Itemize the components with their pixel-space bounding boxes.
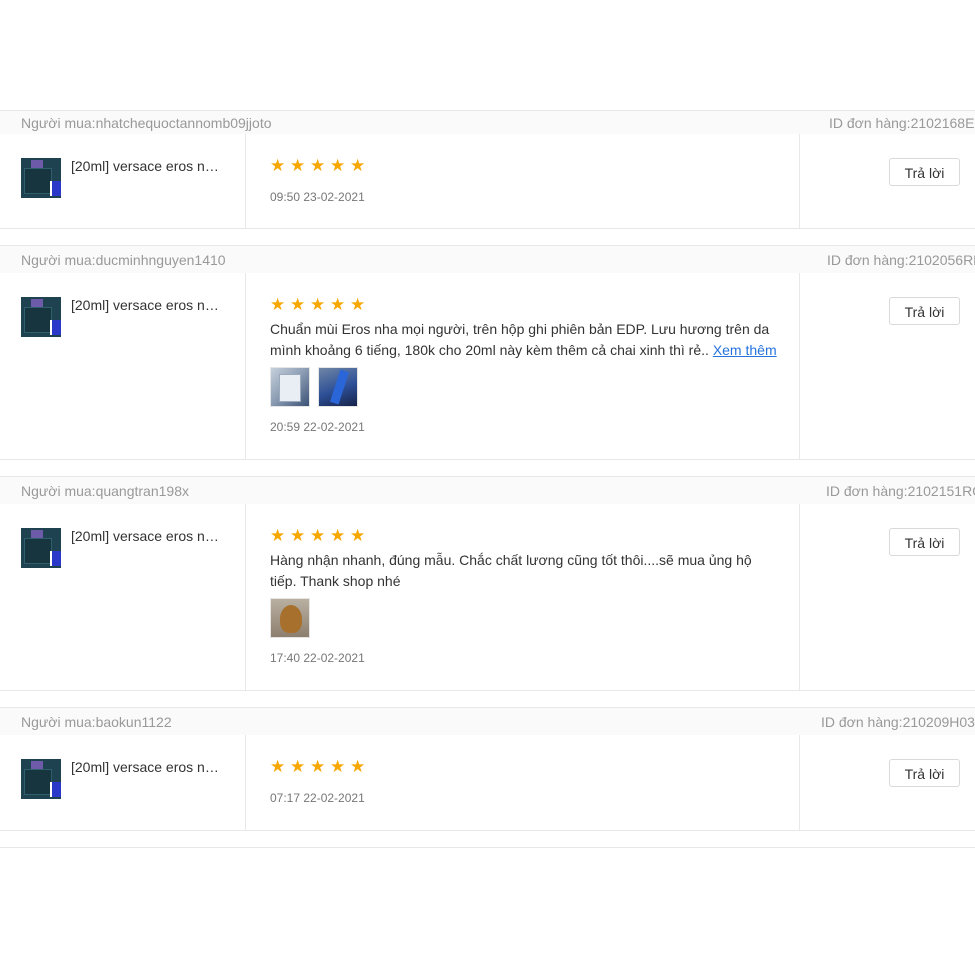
star-icon: ★: [290, 295, 306, 314]
product-name[interactable]: [20ml] versace eros nam EDP: [71, 528, 221, 544]
star-icon: ★: [350, 295, 366, 314]
review-time: 20:59 22-02-2021: [270, 420, 365, 434]
product-cell: [20ml] versace eros nam EDP: [0, 134, 246, 228]
review-content: ★ ★ ★ ★ ★ 09:50 23-02-2021: [246, 134, 800, 228]
product-thumbnail: [21, 297, 61, 337]
star-icon: ★: [330, 526, 346, 545]
order-id: ID đơn hàng:2102168E1A0B: [829, 115, 975, 131]
action-cell: Trả lời: [800, 273, 975, 459]
review-photo[interactable]: [318, 367, 358, 407]
product-name[interactable]: [20ml] versace eros nam EDP: [71, 759, 221, 775]
review-card: Người mua:nhatchequoctannomb09jjoto ID đ…: [0, 110, 975, 229]
reply-button[interactable]: Trả lời: [889, 297, 960, 325]
star-icon: ★: [330, 156, 346, 175]
rating-stars: ★ ★ ★ ★ ★: [270, 526, 370, 545]
action-cell: Trả lời: [800, 735, 975, 830]
star-icon: ★: [290, 156, 306, 175]
review-photo[interactable]: [270, 367, 310, 407]
review-header: Người mua:baokun1122 ID đơn hàng:210209H…: [0, 707, 975, 735]
review-text-body: Chuẩn mùi Eros nha mọi người, trên hộp g…: [270, 321, 770, 358]
review-card: Người mua:baokun1122 ID đơn hàng:210209H…: [0, 707, 975, 831]
product-thumbnail: [21, 759, 61, 799]
review-text-body: Hàng nhận nhanh, đúng mẫu. Chắc chất lươ…: [270, 552, 752, 589]
review-content: ★ ★ ★ ★ ★ Chuẩn mùi Eros nha mọi người, trên…: [246, 273, 800, 459]
star-icon: ★: [350, 156, 366, 175]
product-cell: [20ml] versace eros nam EDP: [0, 735, 246, 830]
star-icon: ★: [290, 757, 306, 776]
order-id: ID đơn hàng:2102056RE1A0B: [827, 252, 975, 268]
star-icon: ★: [270, 526, 286, 545]
review-header: Người mua:ducminhnguyen1410 ID đơn hàng:…: [0, 245, 975, 273]
star-icon: ★: [330, 295, 346, 314]
rating-stars: ★ ★ ★ ★ ★: [270, 156, 370, 175]
review-photos: [270, 598, 310, 638]
product-cell: [20ml] versace eros nam EDP: [0, 273, 246, 459]
rating-stars: ★ ★ ★ ★ ★: [270, 295, 370, 314]
review-time: 09:50 23-02-2021: [270, 190, 365, 204]
star-icon: ★: [290, 526, 306, 545]
review-list: Người mua:nhatchequoctannomb09jjoto ID đ…: [0, 0, 975, 975]
star-icon: ★: [310, 295, 326, 314]
star-icon: ★: [310, 526, 326, 545]
product-name[interactable]: [20ml] versace eros nam EDP: [71, 297, 221, 313]
review-card: Người mua:ducminhnguyen1410 ID đơn hàng:…: [0, 245, 975, 460]
star-icon: ★: [330, 757, 346, 776]
product-thumbnail: [21, 158, 61, 198]
star-icon: ★: [270, 295, 286, 314]
buyer-name: Người mua:quangtran198x: [21, 483, 189, 499]
review-time: 07:17 22-02-2021: [270, 791, 365, 805]
action-cell: Trả lời: [800, 134, 975, 228]
star-icon: ★: [350, 526, 366, 545]
review-content: ★ ★ ★ ★ ★ 07:17 22-02-2021: [246, 735, 800, 830]
review-header: Người mua:quangtran198x ID đơn hàng:2102…: [0, 476, 975, 504]
star-icon: ★: [350, 757, 366, 776]
star-icon: ★: [270, 757, 286, 776]
review-time: 17:40 22-02-2021: [270, 651, 365, 665]
order-id: ID đơn hàng:2102151RC1A0B: [826, 483, 975, 499]
review-header: Người mua:nhatchequoctannomb09jjoto ID đ…: [0, 110, 975, 134]
reply-button[interactable]: Trả lời: [889, 158, 960, 186]
order-id: ID đơn hàng:210209H03A1B: [821, 714, 975, 730]
star-icon: ★: [270, 156, 286, 175]
reply-button[interactable]: Trả lời: [889, 759, 960, 787]
buyer-name: Người mua:ducminhnguyen1410: [21, 252, 226, 268]
product-name[interactable]: [20ml] versace eros nam EDP: [71, 158, 221, 174]
product-thumbnail: [21, 528, 61, 568]
list-bottom-divider: [0, 847, 975, 848]
product-cell: [20ml] versace eros nam EDP: [0, 504, 246, 690]
star-icon: ★: [310, 156, 326, 175]
review-photos: [270, 367, 358, 407]
see-more-link[interactable]: Xem thêm: [713, 342, 777, 358]
buyer-name: Người mua:nhatchequoctannomb09jjoto: [21, 115, 272, 131]
rating-stars: ★ ★ ★ ★ ★: [270, 757, 370, 776]
reply-button[interactable]: Trả lời: [889, 528, 960, 556]
action-cell: Trả lời: [800, 504, 975, 690]
review-card: Người mua:quangtran198x ID đơn hàng:2102…: [0, 476, 975, 691]
review-text: Chuẩn mùi Eros nha mọi người, trên hộp g…: [270, 319, 778, 361]
star-icon: ★: [310, 757, 326, 776]
review-content: ★ ★ ★ ★ ★ Hàng nhận nhanh, đúng mẫu. Chắc ch…: [246, 504, 800, 690]
buyer-name: Người mua:baokun1122: [21, 714, 172, 730]
review-text: Hàng nhận nhanh, đúng mẫu. Chắc chất lươ…: [270, 550, 774, 592]
review-photo[interactable]: [270, 598, 310, 638]
